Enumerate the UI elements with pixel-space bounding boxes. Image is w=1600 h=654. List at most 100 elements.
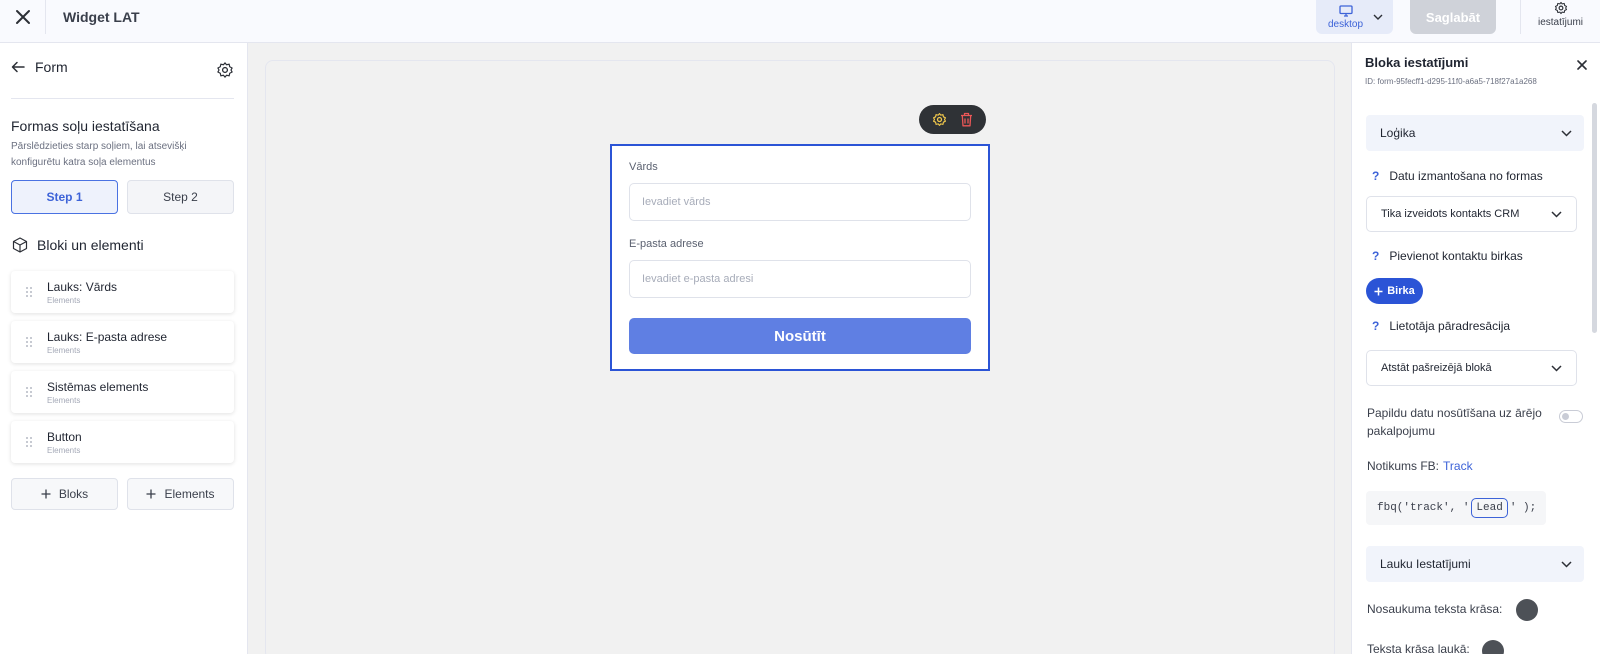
name-label: Vārds bbox=[629, 161, 658, 173]
form-header: Form bbox=[11, 59, 234, 99]
toggle-knob bbox=[1562, 413, 1569, 420]
name-input[interactable]: Ievadiet vārds bbox=[629, 183, 971, 221]
device-select[interactable]: desktop bbox=[1316, 0, 1393, 34]
logic-accordion[interactable]: Loģika bbox=[1366, 115, 1584, 151]
text-color-label: Teksta krāsa laukā: bbox=[1367, 642, 1470, 654]
code-prefix: fbq('track', ' bbox=[1377, 502, 1470, 514]
close-button[interactable] bbox=[0, 0, 46, 34]
chevron-down-icon bbox=[1551, 210, 1562, 218]
panel-title: Bloka iestatījumi bbox=[1365, 55, 1469, 70]
back-label: Form bbox=[35, 59, 68, 75]
block-item[interactable]: Sistēmas elements Elements bbox=[11, 371, 234, 413]
redirect-label-text: Lietotāja pāradresācija bbox=[1389, 319, 1511, 333]
block-item[interactable]: Lauks: E-pasta adrese Elements bbox=[11, 321, 234, 363]
block-item-title: Button bbox=[47, 429, 82, 444]
block-toolbar bbox=[919, 105, 986, 134]
logic-accordion-label: Loģika bbox=[1380, 126, 1416, 140]
block-id: ID: form-95fecff1-d295-11f0-a6a5-718f27a… bbox=[1365, 77, 1537, 86]
fb-event-row: Notikums FB: Track bbox=[1367, 457, 1473, 475]
panel-scrollbar[interactable] bbox=[1592, 103, 1597, 333]
text-color-swatch[interactable] bbox=[1482, 640, 1504, 654]
data-use-label: ? Datu izmantošana no formas bbox=[1372, 169, 1543, 183]
block-item[interactable]: Lauks: Vārds Elements bbox=[11, 271, 234, 313]
arrow-left-icon bbox=[11, 61, 25, 73]
chevron-down-icon bbox=[1561, 560, 1572, 568]
settings-label: iestatījumi bbox=[1537, 17, 1583, 28]
add-block-label: Bloks bbox=[58, 487, 89, 501]
steps-title: Formas soļu iestatīšana bbox=[11, 118, 160, 134]
add-element-label: Elements bbox=[164, 487, 215, 501]
tags-label: ? Pievienot kontaktu birkas bbox=[1372, 249, 1523, 263]
gear-icon bbox=[932, 113, 946, 126]
step-2-button[interactable]: Step 2 bbox=[127, 180, 234, 214]
plus-icon bbox=[1374, 287, 1383, 295]
drag-handle-icon[interactable] bbox=[25, 436, 33, 448]
field-settings-accordion[interactable]: Lauku Iestatījumi bbox=[1366, 546, 1584, 582]
step-1-button[interactable]: Step 1 bbox=[11, 180, 118, 214]
title-color-label: Nosaukuma teksta krāsa: bbox=[1367, 602, 1503, 616]
save-button[interactable]: Saglabāt bbox=[1410, 0, 1496, 34]
block-item-title: Sistēmas elements bbox=[47, 379, 149, 394]
email-label: E-pasta adrese bbox=[629, 238, 704, 250]
help-icon[interactable]: ? bbox=[1372, 319, 1379, 333]
block-settings-button[interactable] bbox=[932, 112, 947, 127]
block-item[interactable]: Button Elements bbox=[11, 421, 234, 463]
redirect-value: Atstāt pašreizējā blokā bbox=[1381, 362, 1492, 374]
data-use-select[interactable]: Tika izveidots kontakts CRM bbox=[1366, 196, 1577, 232]
plus-icon bbox=[41, 489, 51, 499]
tags-label-text: Pievienot kontaktu birkas bbox=[1389, 249, 1523, 263]
device-label: desktop bbox=[1328, 18, 1364, 30]
block-item-subtitle: Elements bbox=[47, 295, 81, 305]
gear-icon bbox=[217, 62, 233, 78]
extra-send-toggle[interactable] bbox=[1559, 410, 1583, 423]
close-icon bbox=[15, 10, 30, 24]
panel-close-button[interactable] bbox=[1577, 57, 1587, 75]
plus-icon bbox=[146, 489, 156, 499]
settings-button[interactable]: iestatījumi bbox=[1520, 0, 1600, 34]
add-tag-button[interactable]: Birka bbox=[1366, 278, 1423, 304]
block-item-title: Lauks: E-pasta adrese bbox=[47, 329, 168, 344]
redirect-label: ? Lietotāja pāradresācija bbox=[1372, 319, 1510, 333]
drag-handle-icon[interactable] bbox=[25, 286, 33, 298]
left-panel: Form Formas soļu iestatīšana Pārslēdziet… bbox=[0, 43, 248, 654]
title-color-swatch[interactable] bbox=[1516, 599, 1538, 621]
submit-button[interactable]: Nosūtīt bbox=[629, 318, 971, 354]
chevron-down-icon bbox=[1551, 364, 1562, 372]
close-icon bbox=[1577, 60, 1587, 70]
help-icon[interactable]: ? bbox=[1372, 249, 1379, 263]
redirect-select[interactable]: Atstāt pašreizējā blokā bbox=[1366, 350, 1577, 386]
fb-event-input[interactable]: Lead bbox=[1471, 498, 1508, 518]
add-element-button[interactable]: Elements bbox=[127, 478, 234, 510]
fb-code-box: fbq('track', ' Lead ' ); bbox=[1366, 491, 1546, 525]
trash-icon bbox=[961, 112, 973, 127]
fb-event-label: Notikums FB: bbox=[1367, 459, 1440, 473]
block-item-title: Lauks: Vārds bbox=[47, 279, 118, 294]
cube-icon bbox=[12, 237, 28, 253]
form-settings-button[interactable] bbox=[216, 61, 234, 84]
chevron-down-icon bbox=[1561, 129, 1572, 137]
block-item-subtitle: Elements bbox=[47, 345, 81, 355]
block-item-subtitle: Elements bbox=[47, 445, 81, 455]
drag-handle-icon[interactable] bbox=[25, 336, 33, 348]
help-icon[interactable]: ? bbox=[1372, 169, 1379, 183]
app-title: Widget LAT bbox=[63, 9, 140, 25]
blocks-title-label: Bloki un elementi bbox=[37, 237, 144, 253]
top-bar: Widget LAT desktop Saglabāt iestatījumi bbox=[0, 0, 1600, 43]
chevron-down-icon bbox=[1373, 14, 1383, 20]
fb-track-link[interactable]: Track bbox=[1443, 459, 1473, 473]
data-use-label-text: Datu izmantošana no formas bbox=[1389, 169, 1543, 183]
add-block-button[interactable]: Bloks bbox=[11, 478, 118, 510]
add-tag-label: Birka bbox=[1387, 285, 1415, 297]
field-settings-label: Lauku Iestatījumi bbox=[1380, 557, 1471, 571]
back-button[interactable]: Form bbox=[11, 59, 68, 75]
block-delete-button[interactable] bbox=[960, 112, 973, 127]
data-use-value: Tika izveidots kontakts CRM bbox=[1381, 208, 1520, 220]
blocks-title: Bloki un elementi bbox=[12, 237, 144, 253]
form-block[interactable]: Vārds Ievadiet vārds E-pasta adrese Ieva… bbox=[610, 144, 990, 371]
steps-description: Pārslēdzieties starp soļiem, lai atseviš… bbox=[11, 141, 187, 168]
monitor-icon bbox=[1338, 4, 1353, 17]
extra-send-label: Papildu datu nosūtīšana uz ārējo pakalpo… bbox=[1367, 406, 1542, 438]
drag-handle-icon[interactable] bbox=[25, 386, 33, 398]
code-suffix: ' ); bbox=[1509, 502, 1537, 514]
email-input[interactable]: Ievadiet e-pasta adresi bbox=[629, 260, 971, 298]
